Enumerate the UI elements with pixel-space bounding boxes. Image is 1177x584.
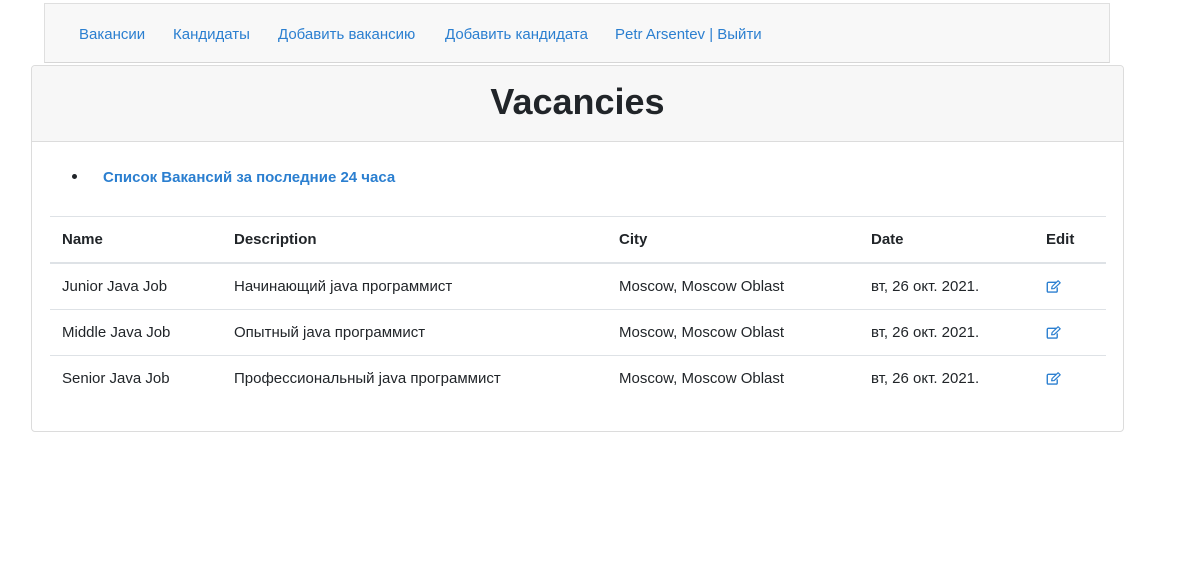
vacancy-date: вт, 26 окт. 2021. bbox=[871, 324, 980, 341]
nav-add-candidate-link[interactable]: Добавить кандидата bbox=[445, 26, 588, 43]
vacancy-city: Moscow, Moscow Oblast bbox=[619, 324, 785, 341]
vacancy-city: Moscow, Moscow Oblast bbox=[619, 278, 785, 295]
vacancies-table: Name Description City Date Edit Junior J… bbox=[50, 216, 1106, 401]
vacancy-name: Junior Java Job bbox=[62, 278, 168, 295]
vacancy-name: Senior Java Job bbox=[62, 370, 170, 387]
table-row: Senior Java Job Профессиональный java пр… bbox=[50, 356, 1106, 401]
edit-icon[interactable] bbox=[1046, 280, 1061, 293]
list-bullet bbox=[72, 174, 77, 179]
vacancy-name: Middle Java Job bbox=[62, 324, 171, 341]
nav-add-vacancy-link[interactable]: Добавить вакансию bbox=[278, 26, 415, 43]
page-title: Vacancies bbox=[490, 81, 665, 122]
column-header-edit: Edit bbox=[1046, 231, 1075, 248]
vacancy-date: вт, 26 окт. 2021. bbox=[871, 370, 980, 387]
vacancy-description: Профессиональный java программист bbox=[234, 370, 501, 387]
vacancies-card: Vacancies Список Вакансий за последние 2… bbox=[31, 65, 1124, 432]
recent-vacancies-link[interactable]: Список Вакансий за последние 24 часа bbox=[103, 169, 395, 186]
table-row: Middle Java Job Опытный java программист… bbox=[50, 310, 1106, 356]
column-header-name: Name bbox=[62, 231, 103, 248]
top-navbar: Вакансии Кандидаты Добавить вакансию Доб… bbox=[44, 3, 1110, 63]
vacancy-description: Опытный java программист bbox=[234, 324, 426, 341]
vacancy-city: Moscow, Moscow Oblast bbox=[619, 370, 785, 387]
card-header: Vacancies bbox=[32, 66, 1123, 142]
table-row: Junior Java Job Начинающий java программ… bbox=[50, 264, 1106, 310]
edit-icon[interactable] bbox=[1046, 372, 1061, 385]
column-header-city: City bbox=[619, 231, 648, 248]
column-header-description: Description bbox=[234, 231, 317, 248]
nav-user-logout-link[interactable]: Petr Arsentev | Выйти bbox=[615, 26, 762, 43]
vacancy-description: Начинающий java программист bbox=[234, 278, 453, 295]
vacancy-date: вт, 26 окт. 2021. bbox=[871, 278, 980, 295]
column-header-date: Date bbox=[871, 231, 904, 248]
nav-vacancies-link[interactable]: Вакансии bbox=[79, 26, 145, 43]
edit-icon[interactable] bbox=[1046, 326, 1061, 339]
table-header-row: Name Description City Date Edit bbox=[50, 217, 1106, 264]
nav-candidates-link[interactable]: Кандидаты bbox=[173, 26, 250, 43]
